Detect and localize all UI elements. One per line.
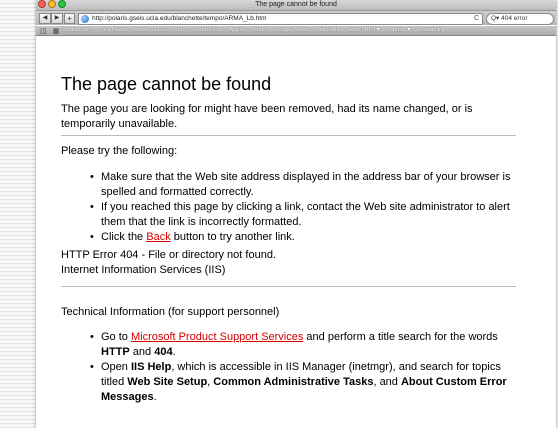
support-services-link[interactable]: Microsoft Product Support Services	[131, 331, 303, 343]
back-button[interactable]: ◀	[39, 13, 51, 24]
url-text: http://polaris.gseis.ucla.edu/blanchette…	[92, 15, 267, 22]
add-bookmark-button[interactable]: +	[64, 13, 75, 24]
search-value: Q▾ 404 error	[491, 15, 528, 22]
error-code-text: HTTP Error 404 - File or directory not f…	[61, 249, 276, 261]
divider	[61, 286, 516, 287]
list-item: • Open IIS Help, which is accessible in I…	[90, 361, 507, 403]
server-text: Internet Information Services (IIS)	[61, 264, 226, 276]
bookmark-item[interactable]: Wikipedia	[314, 26, 339, 35]
reload-icon[interactable]: C	[474, 14, 479, 24]
tips-list: • Make sure that the Web site address dis…	[90, 170, 521, 245]
window-title: The page cannot be found	[255, 1, 337, 8]
bookmark-item[interactable]: Yahoo!	[250, 26, 268, 35]
bookmark-item[interactable]: Tea Bread	[101, 26, 127, 35]
bookmark-item[interactable]: Laurel Cyn	[195, 26, 223, 35]
address-bar[interactable]: http://polaris.gseis.ucla.edu/blanchette…	[78, 13, 483, 25]
bookmark-item[interactable]: Apple	[229, 26, 244, 35]
title-bar: The page cannot be found	[36, 0, 556, 11]
browser-window: The page cannot be found ◀ ▶ + http://po…	[36, 0, 556, 428]
error-info: HTTP Error 404 - File or directory not f…	[61, 248, 276, 278]
bookmark-item[interactable]: $1200 / 1br ...	[153, 26, 189, 35]
reading-list-icon[interactable]: ◫	[40, 27, 47, 35]
bookmarks-bar: ◫ ▦ Cooks.com – Tea Bread david $1200 / …	[36, 26, 556, 36]
bookmark-item[interactable]: Readability	[416, 26, 445, 35]
intro-text: The page you are looking for might have …	[61, 103, 473, 130]
bookmark-item[interactable]: david	[134, 26, 148, 35]
bookmark-item[interactable]: News (185) ▾	[346, 26, 380, 35]
nav-buttons: ◀ ▶	[39, 13, 63, 24]
forward-button[interactable]: ▶	[51, 13, 63, 24]
search-input[interactable]: Q▾ 404 error	[486, 13, 554, 25]
bookmark-item[interactable]: Cooks.com –	[61, 26, 95, 35]
divider	[61, 135, 516, 136]
bookmark-item[interactable]: Popular ▾	[386, 26, 411, 35]
list-item: • Click the Back button to try another li…	[90, 231, 295, 243]
tech-label: Technical Information (for support perso…	[61, 306, 280, 318]
bookmark-item[interactable]: Google Maps	[274, 26, 308, 35]
list-item: • Go to Microsoft Product Support Service…	[90, 331, 498, 358]
try-label: Please try the following:	[61, 145, 178, 157]
toolbar: ◀ ▶ + http://polaris.gseis.ucla.edu/blan…	[36, 11, 556, 25]
list-item: • If you reached this page by clicking a …	[90, 201, 510, 228]
page-title: The page cannot be found	[61, 74, 272, 94]
globe-icon	[81, 15, 89, 23]
list-item: • Make sure that the Web site address dis…	[90, 171, 511, 198]
tech-list: • Go to Microsoft Product Support Service…	[90, 330, 521, 405]
page-content: The page cannot be found The page you ar…	[36, 36, 556, 428]
bookmarks-grid-icon[interactable]: ▦	[53, 27, 60, 35]
back-link[interactable]: Back	[146, 231, 170, 243]
